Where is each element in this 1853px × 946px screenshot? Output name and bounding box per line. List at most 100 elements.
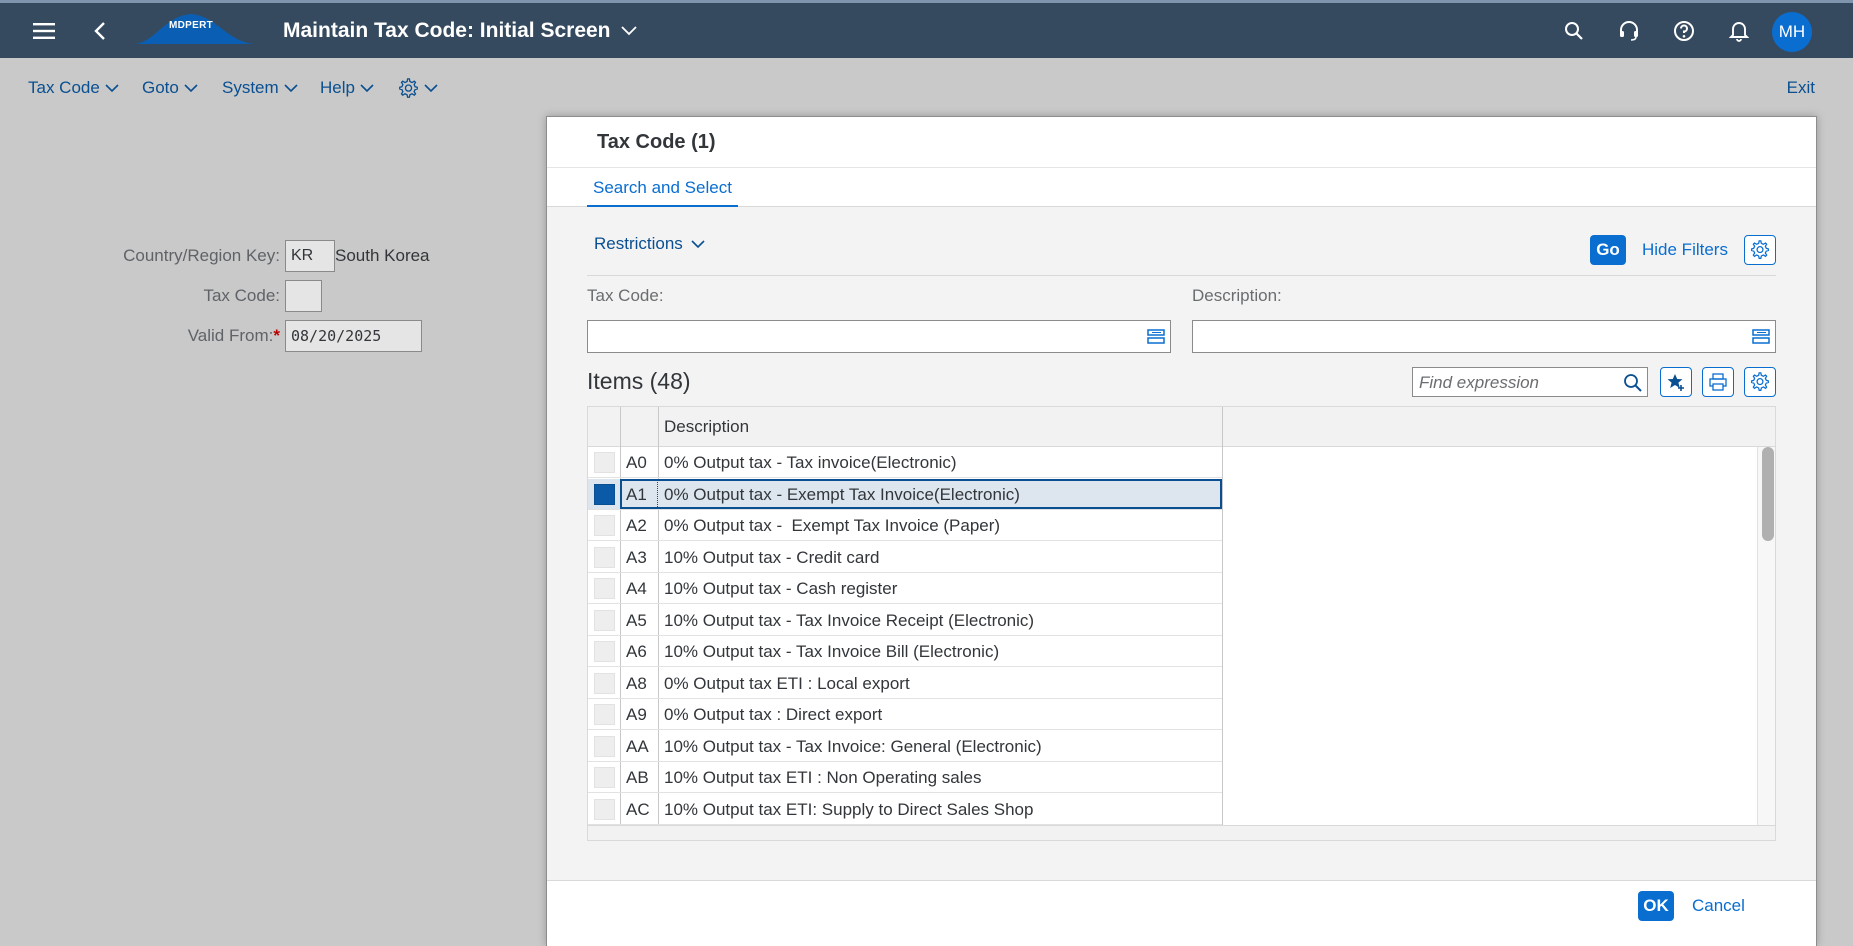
- description-cell: 0% Output tax ETI : Local export: [664, 673, 910, 693]
- chevron-down-icon: [184, 83, 198, 92]
- results-table: Description A0 0% Output tax - Tax invoic…: [587, 406, 1776, 841]
- find-expression-input[interactable]: Find expression: [1412, 367, 1648, 397]
- help-question-icon[interactable]: [1664, 11, 1704, 51]
- table-row[interactable]: A1 0% Output tax - Exempt Tax Invoice(Ele…: [588, 478, 1222, 510]
- tax-code-cell: A8: [626, 673, 647, 693]
- row-selector[interactable]: [594, 515, 615, 536]
- row-selector[interactable]: [594, 767, 615, 788]
- logo-text: MDPERT: [168, 20, 214, 31]
- tax-code-label: Tax Code:: [203, 286, 280, 305]
- restrictions-label: Restrictions: [594, 234, 683, 253]
- row-selector[interactable]: [594, 735, 615, 757]
- user-avatar[interactable]: MH: [1772, 12, 1812, 52]
- search-icon[interactable]: [1554, 11, 1594, 51]
- gear-icon: [1751, 372, 1769, 391]
- table-row[interactable]: AC 10% Output tax ETI: Supply to Direct S…: [588, 794, 1222, 825]
- tax-code-cell: A9: [626, 705, 647, 724]
- filter-separator: [587, 275, 1776, 276]
- valid-from-label-text: Valid From:: [187, 326, 274, 345]
- menu-system[interactable]: System: [222, 78, 298, 98]
- description-cell: 10% Output tax - Cash register: [664, 579, 898, 598]
- row-selector[interactable]: [594, 672, 615, 694]
- ok-button[interactable]: OK: [1638, 891, 1674, 921]
- favorites-button[interactable]: [1660, 367, 1692, 397]
- app-title-menu[interactable]: Maintain Tax Code: Initial Screen: [283, 19, 637, 43]
- description-cell: 10% Output tax - Tax Invoice Receipt (El…: [664, 610, 1035, 630]
- filter-description-label: Description:: [1192, 286, 1282, 305]
- filter-tax-code-input[interactable]: [587, 320, 1171, 353]
- hide-filters-button[interactable]: Hide Filters: [1642, 240, 1728, 260]
- scrollbar-thumb[interactable]: [1762, 447, 1774, 541]
- row-selector[interactable]: [594, 546, 615, 568]
- dialog-tab-bar: Search and Select: [547, 167, 1816, 208]
- row-selector[interactable]: [594, 578, 615, 599]
- menu-help-label: Help: [320, 78, 355, 97]
- cancel-button[interactable]: Cancel: [1692, 896, 1745, 916]
- valid-from-input[interactable]: 08/20/2025: [285, 320, 422, 352]
- table-row[interactable]: A0 0% Output tax - Tax invoice(Electronic…: [588, 447, 1222, 478]
- dialog-body: Restrictions Go Hide Filters Tax Code: D…: [547, 207, 1816, 880]
- restrictions-toggle[interactable]: Restrictions: [594, 234, 705, 254]
- table-row[interactable]: A9 0% Output tax : Direct export: [588, 699, 1222, 730]
- required-asterisk: *: [273, 326, 280, 345]
- tax-code-cell: AC: [626, 799, 650, 819]
- table-settings-button[interactable]: [1744, 367, 1776, 397]
- page-title: Maintain Tax Code: Initial Screen: [283, 19, 611, 42]
- column-header-description[interactable]: Description: [664, 417, 749, 437]
- tax-code-input[interactable]: [285, 280, 322, 312]
- tax-code-cell: A4: [626, 579, 647, 598]
- star-add-icon: [1667, 374, 1684, 391]
- menu-help[interactable]: Help: [320, 78, 374, 98]
- go-button[interactable]: Go: [1590, 235, 1626, 265]
- country-key-input[interactable]: KR: [285, 240, 335, 272]
- table-row[interactable]: A8 0% Output tax ETI : Local export: [588, 668, 1222, 699]
- description-cell: 10% Output tax - Tax Invoice: General (E…: [664, 736, 1042, 756]
- menu-tax-code-label: Tax Code: [28, 78, 100, 97]
- back-arrow-icon[interactable]: [80, 11, 120, 51]
- row-selector[interactable]: [594, 609, 615, 631]
- row-selector[interactable]: [594, 704, 615, 725]
- tax-code-cell: A5: [626, 610, 647, 630]
- exit-button[interactable]: Exit: [1787, 78, 1815, 98]
- row-selector[interactable]: [594, 641, 615, 662]
- bell-notifications-icon[interactable]: [1719, 11, 1759, 51]
- valid-from-label: Valid From:*: [80, 326, 280, 346]
- filter-tax-code-label: Tax Code:: [587, 286, 664, 305]
- table-row[interactable]: A4 10% Output tax - Cash register: [588, 573, 1222, 604]
- table-row[interactable]: AA 10% Output tax - Tax Invoice: General …: [588, 731, 1222, 762]
- filter-description-input[interactable]: [1192, 320, 1776, 353]
- row-selector[interactable]: [594, 798, 615, 820]
- description-cell: 10% Output tax ETI: Supply to Direct Sal…: [664, 799, 1034, 819]
- table-scrollbar[interactable]: [1757, 447, 1775, 825]
- menu-hamburger-icon[interactable]: [24, 11, 64, 51]
- table-row[interactable]: A2 0% Output tax - Exempt Tax Invoice (Pa…: [588, 510, 1222, 541]
- table-row[interactable]: A3 10% Output tax - Credit card: [588, 542, 1222, 573]
- headset-support-icon[interactable]: [1609, 11, 1649, 51]
- value-help-icon[interactable]: [1751, 327, 1771, 352]
- search-icon[interactable]: [1623, 373, 1643, 398]
- chevron-down-icon: [691, 239, 705, 248]
- table-row[interactable]: A5 10% Output tax - Tax Invoice Receipt (…: [588, 605, 1222, 636]
- chevron-down-icon: [620, 26, 637, 36]
- gear-icon: [399, 78, 418, 98]
- menu-tax-code[interactable]: Tax Code: [28, 78, 119, 98]
- country-key-label: Country/Region Key:: [123, 246, 280, 265]
- menu-settings[interactable]: [398, 78, 438, 99]
- description-cell: 10% Output tax - Credit card: [664, 547, 880, 567]
- row-selector[interactable]: [594, 452, 615, 473]
- tab-search-and-select[interactable]: Search and Select: [587, 168, 738, 208]
- table-row[interactable]: AB 10% Output tax ETI : Non Operating sal…: [588, 762, 1222, 793]
- menu-goto[interactable]: Goto: [142, 78, 198, 98]
- chevron-down-icon: [424, 84, 438, 93]
- description-cell: 0% Output tax : Direct export: [664, 705, 883, 724]
- print-button[interactable]: [1702, 367, 1734, 397]
- row-selector[interactable]: [594, 483, 615, 505]
- printer-icon: [1709, 373, 1727, 391]
- description-cell: 0% Output tax - Exempt Tax Invoice(Elect…: [664, 484, 1020, 504]
- chevron-down-icon: [105, 83, 119, 92]
- filter-settings-button[interactable]: [1744, 235, 1776, 265]
- table-row[interactable]: A6 10% Output tax - Tax Invoice Bill (Ele…: [588, 636, 1222, 667]
- value-help-icon[interactable]: [1146, 327, 1166, 352]
- items-count-title: Items (48): [587, 368, 691, 394]
- gear-icon: [1751, 240, 1769, 259]
